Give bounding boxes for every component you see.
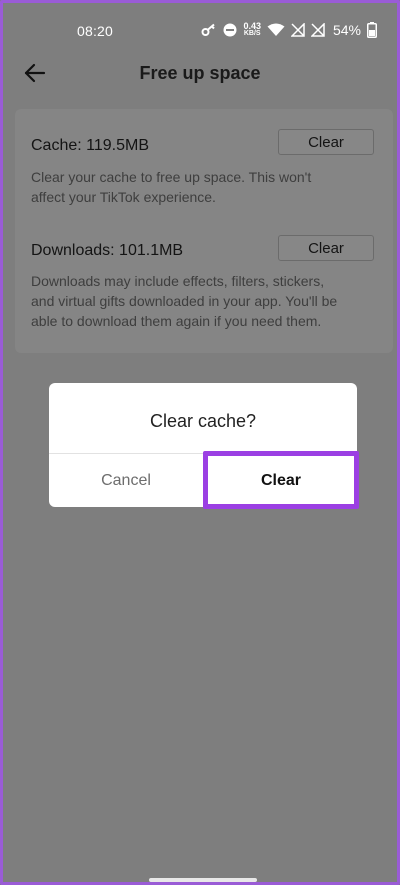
cache-description: Clear your cache to free up space. This … — [31, 167, 311, 207]
dialog-cancel-button[interactable]: Cancel — [49, 454, 203, 507]
battery-percent: 54% — [332, 22, 361, 38]
storage-card: Cache: 119.5MB Clear Clear your cache to… — [15, 109, 393, 353]
clear-cache-dialog: Clear cache? Cancel Clear — [49, 383, 357, 507]
cache-description-line: Clear your cache to free up space. This … — [31, 169, 312, 185]
dnd-icon — [223, 23, 237, 37]
downloads-title: Downloads: 101.1MB — [31, 242, 184, 259]
status-icons: 0.43 KB/S 54% — [201, 19, 377, 41]
dialog-title: Clear cache? — [149, 411, 257, 431]
downloads-description-line: Downloads may include effects, filters, … — [31, 273, 325, 289]
wifi-icon — [267, 23, 285, 37]
downloads-description-line: able to download them again if you need … — [31, 313, 322, 329]
clear-downloads-button[interactable]: Clear — [278, 235, 374, 261]
header: Free up space — [3, 59, 397, 89]
battery-icon — [367, 22, 377, 38]
no-sim-icon — [310, 23, 325, 37]
downloads-description: Downloads may include effects, filters, … — [31, 271, 337, 331]
cache-description-line: affect your TikTok experience. — [31, 189, 216, 205]
key-icon — [201, 23, 217, 37]
page-title: Free up space — [139, 63, 261, 83]
status-time: 08:20 — [77, 23, 114, 39]
dialog-clear-button[interactable]: Clear — [205, 454, 357, 507]
downloads-description-line: and virtual gifts downloaded in your app… — [31, 293, 338, 309]
status-bar: 08:20 0.43 KB/S 54% — [3, 3, 397, 59]
net-speed-unit: KB/S — [243, 30, 261, 37]
no-sim-icon — [290, 23, 305, 37]
dialog-button-divider — [203, 453, 204, 507]
clear-cache-button[interactable]: Clear — [278, 129, 374, 155]
net-speed-value: 0.43 — [243, 21, 261, 31]
network-speed: 0.43 KB/S — [243, 22, 261, 38]
home-indicator[interactable] — [149, 878, 257, 882]
cache-title: Cache: 119.5MB — [31, 137, 149, 154]
screen-frame: 08:20 0.43 KB/S 54% Free up space Cache:… — [0, 0, 400, 885]
